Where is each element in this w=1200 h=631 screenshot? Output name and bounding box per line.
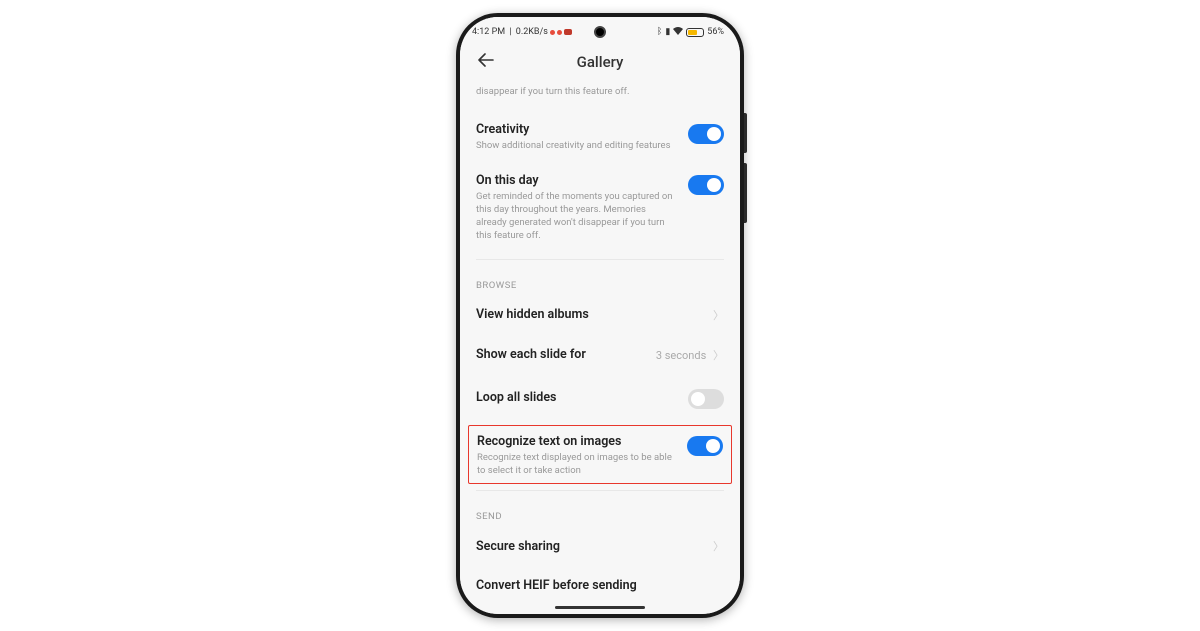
on-this-day-toggle[interactable] [688, 175, 724, 195]
creativity-toggle[interactable] [688, 124, 724, 144]
setting-show-each-slide[interactable]: Show each slide for 3 seconds 〉 [476, 335, 724, 375]
chevron-right-icon: 〉 [713, 538, 724, 554]
status-bar-left: 4:12 PM | 0.2KB/s [472, 27, 572, 37]
setting-loop-all-slides[interactable]: Loop all slides [476, 375, 724, 421]
setting-recognize-text[interactable]: Recognize text on images Recognize text … [477, 434, 723, 478]
setting-title: Creativity [476, 122, 678, 137]
setting-desc: Show additional creativity and editing f… [476, 139, 678, 152]
setting-title: On this day [476, 173, 678, 188]
arrow-left-icon [478, 53, 494, 67]
setting-desc: Recognize text displayed on images to be… [477, 451, 677, 478]
setting-creativity[interactable]: Creativity Show additional creativity an… [476, 112, 724, 162]
setting-title: Show each slide for [476, 347, 586, 362]
signal-icon: ▮ [665, 27, 670, 37]
setting-secure-sharing[interactable]: Secure sharing 〉 [476, 526, 724, 566]
previous-item-tail-desc: disappear if you turn this feature off. [476, 85, 724, 98]
divider [476, 259, 724, 260]
app-title-bar: Gallery [460, 41, 740, 81]
home-indicator[interactable] [555, 606, 645, 609]
section-header-browse: Browse [476, 266, 724, 295]
settings-content[interactable]: disappear if you turn this feature off. … [460, 81, 740, 614]
phone-screen: 4:12 PM | 0.2KB/s ᛒ ▮ 56% [460, 17, 740, 614]
side-button-1 [744, 113, 747, 153]
page-title: Gallery [577, 53, 624, 71]
highlighted-setting: Recognize text on images Recognize text … [468, 425, 732, 485]
setting-title: Secure sharing [476, 539, 560, 554]
setting-title: Convert HEIF before sending [476, 578, 637, 593]
wifi-icon [673, 27, 683, 38]
section-header-send: Send [476, 497, 724, 526]
setting-desc: Get reminded of the moments you captured… [476, 190, 678, 243]
setting-view-hidden-albums[interactable]: View hidden albums 〉 [476, 295, 724, 335]
setting-on-this-day[interactable]: On this day Get reminded of the moments … [476, 163, 724, 253]
battery-percent: 56% [707, 27, 724, 37]
status-dot-icon [557, 30, 562, 35]
status-badge-icon [564, 29, 572, 35]
bluetooth-icon: ᛒ [657, 27, 662, 37]
chevron-right-icon: 〉 [713, 349, 724, 362]
chevron-right-icon: 〉 [713, 307, 724, 323]
back-button[interactable] [474, 49, 498, 75]
side-button-2 [744, 163, 747, 223]
battery-icon [686, 28, 704, 37]
recognize-text-toggle[interactable] [687, 436, 723, 456]
status-bar-right: ᛒ ▮ 56% [657, 27, 724, 38]
setting-value: 3 seconds [656, 349, 706, 362]
loop-slides-toggle[interactable] [688, 389, 724, 409]
divider [476, 490, 724, 491]
status-speed: 0.2KB/s [516, 27, 548, 37]
setting-title: View hidden albums [476, 307, 589, 322]
setting-convert-heif[interactable]: Convert HEIF before sending [476, 566, 724, 593]
setting-title: Loop all slides [476, 390, 556, 405]
status-time: 4:12 PM [472, 27, 505, 37]
status-dot-icon [550, 30, 555, 35]
setting-title: Recognize text on images [477, 434, 677, 449]
phone-frame: 4:12 PM | 0.2KB/s ᛒ ▮ 56% [456, 13, 744, 618]
camera-punch-hole [594, 26, 606, 38]
